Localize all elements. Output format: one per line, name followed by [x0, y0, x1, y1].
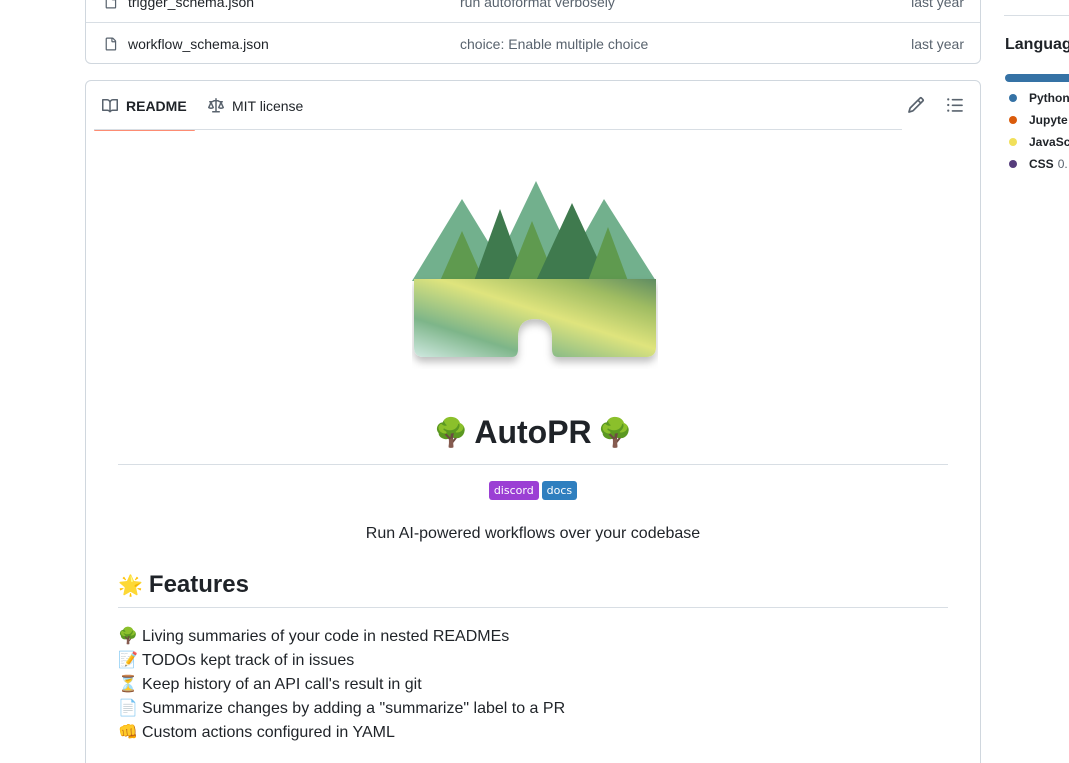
tab-divider	[94, 129, 902, 130]
file-name[interactable]: trigger_schema.json	[128, 0, 254, 10]
tab-readme-label: README	[126, 97, 187, 114]
discord-badge[interactable]: discord	[488, 481, 539, 500]
readme-panel: README MIT license 🌳 AutoPR 🌳 discord do…	[85, 80, 981, 763]
commit-date: last year	[911, 0, 964, 10]
language-item[interactable]: Jupyte	[1009, 113, 1069, 127]
language-dot	[1009, 94, 1017, 102]
language-name: Jupyte	[1029, 113, 1068, 127]
file-name[interactable]: workflow_schema.json	[128, 36, 269, 52]
tab-readme[interactable]: README	[94, 81, 195, 131]
commit-message[interactable]: choice: Enable multiple choice	[460, 36, 648, 52]
language-item[interactable]: JavaSc	[1009, 135, 1069, 149]
memo-icon: 📝	[118, 652, 138, 669]
file-row[interactable]: trigger_schema.json run autoformat verbo…	[86, 0, 980, 23]
feature-text: Living summaries of your code in nested …	[142, 628, 510, 645]
language-item[interactable]: Python	[1009, 91, 1069, 105]
file-list: trigger_schema.json run autoformat verbo…	[85, 0, 981, 64]
star-icon: 🌟	[118, 574, 143, 597]
hourglass-icon: ⏳	[118, 676, 138, 693]
file-icon	[105, 0, 117, 8]
language-name: Python	[1029, 91, 1069, 105]
pencil-icon[interactable]	[907, 96, 925, 114]
tab-license-label: MIT license	[232, 97, 304, 114]
autopr-logo	[412, 181, 656, 357]
language-dot	[1009, 116, 1017, 124]
language-name: JavaSc	[1029, 135, 1069, 149]
page-icon: 📄	[118, 700, 138, 717]
feature-text: Summarize changes by adding a "summarize…	[142, 700, 566, 717]
readme-title-text: AutoPR	[474, 414, 592, 450]
list-item: 👊 Custom actions configured in YAML	[118, 721, 565, 745]
heading-divider	[118, 464, 948, 465]
docs-badge[interactable]: docs	[541, 481, 578, 500]
list-item: ⏳ Keep history of an API call's result in…	[118, 673, 565, 697]
readme-header: README MIT license	[86, 81, 980, 131]
tab-license[interactable]: MIT license	[208, 81, 303, 130]
tree-icon: 🌳	[118, 628, 138, 645]
badge-row: discord docs	[118, 481, 948, 500]
language-dot	[1009, 160, 1017, 168]
commit-date: last year	[911, 36, 964, 52]
commit-message[interactable]: run autoformat verbosely	[460, 0, 615, 10]
tree-icon: 🌳	[433, 417, 469, 448]
list-unordered-icon[interactable]	[946, 96, 964, 114]
tree-icon: 🌳	[597, 417, 633, 448]
feature-text: TODOs kept track of in issues	[142, 652, 355, 669]
heading-divider	[118, 607, 948, 608]
languages-bar	[1005, 74, 1069, 82]
features-heading: 🌟 Features	[118, 571, 249, 599]
list-item: 🌳 Living summaries of your code in nested…	[118, 625, 565, 649]
language-item[interactable]: CSS 0.	[1009, 157, 1068, 171]
list-item: 📄 Summarize changes by adding a "summariz…	[118, 697, 565, 721]
language-name: CSS	[1029, 157, 1054, 171]
fist-icon: 👊	[118, 724, 138, 741]
book-icon	[102, 98, 118, 112]
list-item: 📝 TODOs kept track of in issues	[118, 649, 565, 673]
language-dot	[1009, 138, 1017, 146]
readme-tagline: Run AI-powered workflows over your codeb…	[365, 525, 701, 542]
law-icon	[208, 97, 224, 112]
language-pct: 0.	[1057, 157, 1068, 171]
file-icon	[105, 37, 117, 51]
readme-title: 🌳 AutoPR 🌳	[118, 414, 948, 451]
sidebar-divider	[1004, 15, 1069, 16]
file-row[interactable]: workflow_schema.json choice: Enable mult…	[86, 23, 980, 65]
languages-heading: Languag	[1005, 36, 1069, 53]
feature-text: Keep history of an API call's result in …	[142, 676, 422, 693]
features-list: 🌳 Living summaries of your code in nested…	[118, 625, 565, 745]
feature-text: Custom actions configured in YAML	[142, 724, 395, 741]
features-heading-text: Features	[148, 571, 249, 598]
